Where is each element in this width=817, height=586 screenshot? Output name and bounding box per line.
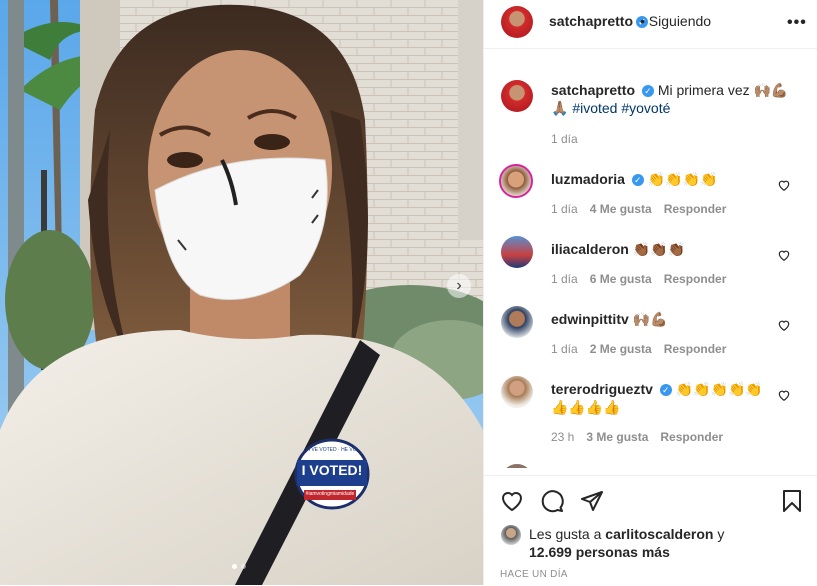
reply-button[interactable]: Responder (664, 342, 727, 356)
caption-text: satchapretto ✓ Mi primera vez 🙌🏽💪🏽 🙏🏽 #i… (551, 81, 791, 117)
verified-icon: ✓ (659, 384, 672, 397)
heart-icon[interactable] (777, 388, 791, 402)
selfie-image (0, 0, 483, 585)
save-bookmark-icon[interactable] (781, 489, 803, 513)
comment-time[interactable]: 23 h (551, 430, 574, 444)
comment-body-line2: 👍👍👍👍 (551, 399, 621, 415)
sticker-bottom-text: #iamvotingmiamidade (305, 491, 355, 497)
commenter-avatar[interactable] (501, 236, 533, 268)
author-username-text[interactable]: satchapretto (549, 13, 633, 29)
caption-body: Mi primera vez 🙌🏽💪🏽 (657, 82, 789, 98)
heart-icon[interactable] (777, 248, 791, 262)
verified-icon: ✓ (631, 174, 644, 187)
comment-icon[interactable] (540, 489, 564, 513)
comment-meta: 23 h 3 Me gusta Responder (551, 430, 723, 444)
reply-button[interactable]: Responder (664, 272, 727, 286)
post-timestamp[interactable]: HACE UN DÍA (500, 569, 568, 580)
comment-username[interactable]: luzmadoria (551, 171, 625, 187)
likes-prefix: Les gusta a (529, 526, 602, 542)
carousel-dot (241, 564, 246, 569)
commenter-avatar[interactable] (501, 306, 533, 338)
comment-text: iliacalderon 👏🏾👏🏾👏🏾 (551, 240, 791, 258)
post-actions: Les gusta a carlitoscalderon y 12.699 pe… (484, 475, 817, 586)
commenter-avatar[interactable] (499, 164, 533, 198)
comment-body: 🙌🏽💪🏽 (632, 311, 668, 327)
comment-text: tererodrigueztv ✓ 👏👏👏👏👏 👍👍👍👍 (551, 380, 791, 416)
more-options-icon[interactable]: ••• (787, 14, 807, 32)
carousel-dot (232, 564, 237, 569)
caption-hashtags[interactable]: #ivoted #yovoté (572, 100, 670, 116)
share-send-icon[interactable] (580, 489, 604, 513)
caption-meta: 1 día (551, 132, 578, 146)
post-photo[interactable]: I'VE VOTED · HE VOTADO I VOTED! #iamvoti… (0, 0, 483, 585)
author-username[interactable]: satchapretto ✓ (549, 13, 649, 29)
commenter-avatar[interactable] (501, 376, 533, 408)
comment-meta: 1 día 6 Me gusta Responder (551, 272, 726, 286)
reply-button[interactable]: Responder (664, 202, 727, 216)
sticker-top-text: I'VE VOTED · HE VOTADO (309, 447, 357, 453)
caption-time[interactable]: 1 día (551, 132, 578, 146)
comment-meta: 1 día 2 Me gusta Responder (551, 342, 726, 356)
author-avatar[interactable] (501, 6, 533, 38)
comment-text: edwinpittitv 🙌🏽💪🏽 (551, 310, 791, 328)
comment-time[interactable]: 1 día (551, 342, 578, 356)
sticker-main-text: I VOTED! (301, 462, 363, 478)
post-header: satchapretto ✓ • Siguiendo ••• (484, 0, 817, 49)
post-sidebar: satchapretto ✓ • Siguiendo ••• satchapret… (483, 0, 817, 585)
chevron-right-icon: › (456, 277, 462, 294)
comment-body: 👏🏾👏🏾👏🏾 (632, 241, 685, 257)
comment-likes[interactable]: 2 Me gusta (590, 342, 652, 356)
likes-count[interactable]: 12.699 personas más (529, 544, 670, 560)
verified-icon: ✓ (641, 85, 654, 98)
comment-meta: 1 día 4 Me gusta Responder (551, 202, 726, 216)
heart-icon[interactable] (777, 178, 791, 192)
likes-summary: Les gusta a carlitoscalderon y 12.699 pe… (529, 525, 724, 561)
separator: • (640, 13, 645, 29)
comment-likes[interactable]: 4 Me gusta (590, 202, 652, 216)
comment-text: luzmadoria ✓ 👏👏👏👏 (551, 170, 791, 188)
heart-icon[interactable] (777, 318, 791, 332)
comment-body: 👏👏👏👏👏 (675, 381, 763, 397)
likes-conj: y (717, 526, 725, 542)
comment-body: 👏👏👏👏 (647, 171, 718, 187)
comment-username[interactable]: iliacalderon (551, 241, 629, 257)
liker-avatar[interactable] (501, 525, 521, 545)
next-photo-button[interactable]: › (447, 274, 471, 298)
following-button[interactable]: Siguiendo (649, 13, 711, 29)
comment-time[interactable]: 1 día (551, 202, 578, 216)
comment-username[interactable]: tererodrigueztv (551, 381, 653, 397)
comment-username[interactable]: edwinpittitv (551, 311, 629, 327)
commenter-avatar[interactable] (501, 464, 533, 468)
comment-likes[interactable]: 3 Me gusta (586, 430, 648, 444)
author-avatar[interactable] (501, 80, 533, 112)
caption-emoji: 🙏🏽 (551, 100, 569, 116)
liker-username[interactable]: carlitoscalderon (605, 526, 713, 542)
carousel-dots (232, 564, 246, 569)
follow-status[interactable]: • Siguiendo (640, 13, 711, 29)
reply-button[interactable]: Responder (660, 430, 723, 444)
comments-list[interactable]: satchapretto ✓ Mi primera vez 🙌🏽💪🏽 🙏🏽 #i… (484, 60, 817, 468)
caption-username[interactable]: satchapretto (551, 82, 635, 98)
like-heart-icon[interactable] (500, 489, 524, 513)
comment-time[interactable]: 1 día (551, 272, 578, 286)
comment-likes[interactable]: 6 Me gusta (590, 272, 652, 286)
